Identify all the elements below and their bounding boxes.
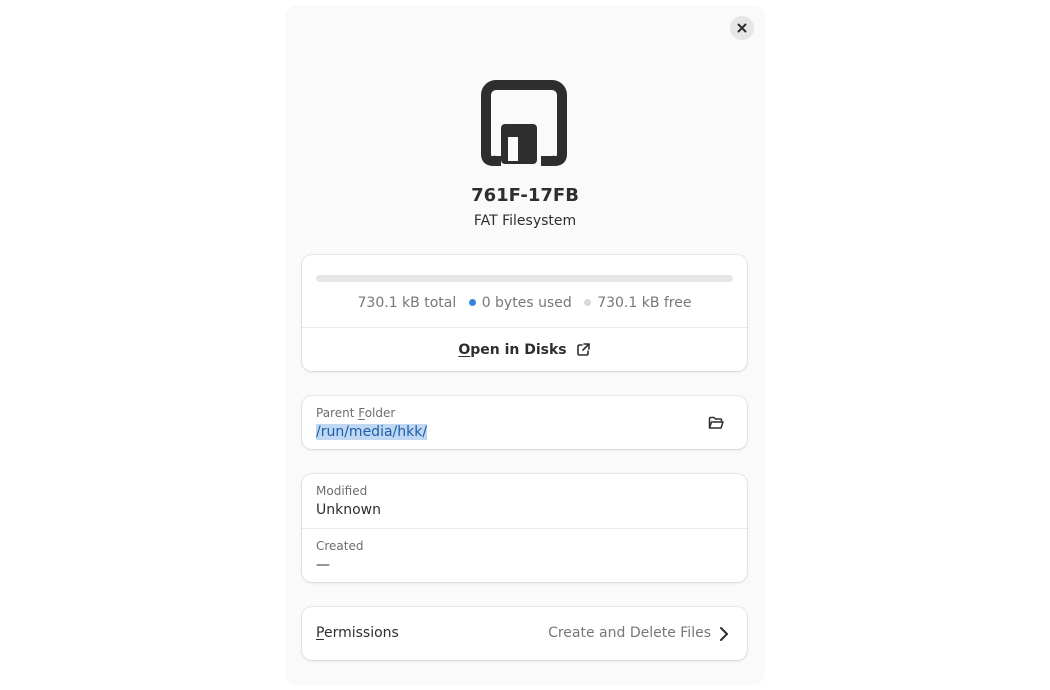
free-size-label: 730.1 kB free	[597, 295, 692, 311]
modified-label: Modified	[316, 484, 368, 498]
created-label: Created	[316, 539, 364, 553]
permissions-row[interactable]: Permissions Create and Delete Files	[302, 607, 747, 660]
chevron-right-icon	[720, 627, 728, 641]
usage-bar	[316, 275, 733, 282]
permissions-label: Permissions	[316, 625, 399, 641]
parent-folder-label: Parent Folder	[316, 406, 395, 420]
free-size: 730.1 kB free	[584, 295, 691, 311]
open-parent-folder-button[interactable]	[702, 410, 730, 436]
parent-folder-path-text: /run/media/hkk/	[316, 424, 428, 440]
total-size: 730.1 kB total	[357, 295, 457, 311]
used-size: 0 bytes used	[468, 295, 572, 311]
close-button[interactable]	[730, 16, 754, 40]
free-dot	[584, 299, 592, 306]
drive-title: 761F-17FB	[471, 185, 579, 206]
created-value[interactable]: —	[316, 557, 330, 573]
dates-divider	[302, 528, 747, 529]
permissions-mnemonic: P	[316, 625, 324, 641]
parent-folder-label-b: older	[364, 406, 396, 420]
used-dot	[468, 299, 476, 306]
parent-folder-card: Parent Folder /run/media/hkk/	[302, 396, 747, 449]
usage-legend: 730.1 kB total 0 bytes used 730.1 kB fre…	[302, 295, 747, 311]
dates-card: Modified Unknown Created —	[302, 474, 747, 582]
drive-removable-icon	[481, 80, 567, 166]
close-icon	[737, 23, 747, 33]
usage-card: 730.1 kB total 0 bytes used 730.1 kB fre…	[302, 255, 747, 371]
folder-open-icon	[708, 416, 724, 429]
modified-value[interactable]: Unknown	[316, 502, 381, 518]
open-in-disks-button[interactable]: Open in Disks	[302, 328, 747, 371]
parent-folder-path[interactable]: /run/media/hkk/	[316, 424, 428, 440]
filesystem-type: FAT Filesystem	[473, 213, 577, 229]
permissions-value: Create and Delete Files	[548, 625, 711, 641]
parent-folder-label-a: Parent	[316, 406, 359, 420]
permissions-label-text: ermissions	[323, 625, 399, 641]
open-in-disks-label: Open in Disks	[458, 342, 566, 358]
used-size-label: 0 bytes used	[481, 295, 572, 311]
properties-dialog: 761F-17FB FAT Filesystem 730.1 kB total …	[285, 5, 765, 685]
external-link-icon	[576, 342, 590, 356]
open-in-disks-text: pen in Disks	[470, 341, 567, 358]
open-in-disks-mnemonic: O	[458, 341, 471, 358]
